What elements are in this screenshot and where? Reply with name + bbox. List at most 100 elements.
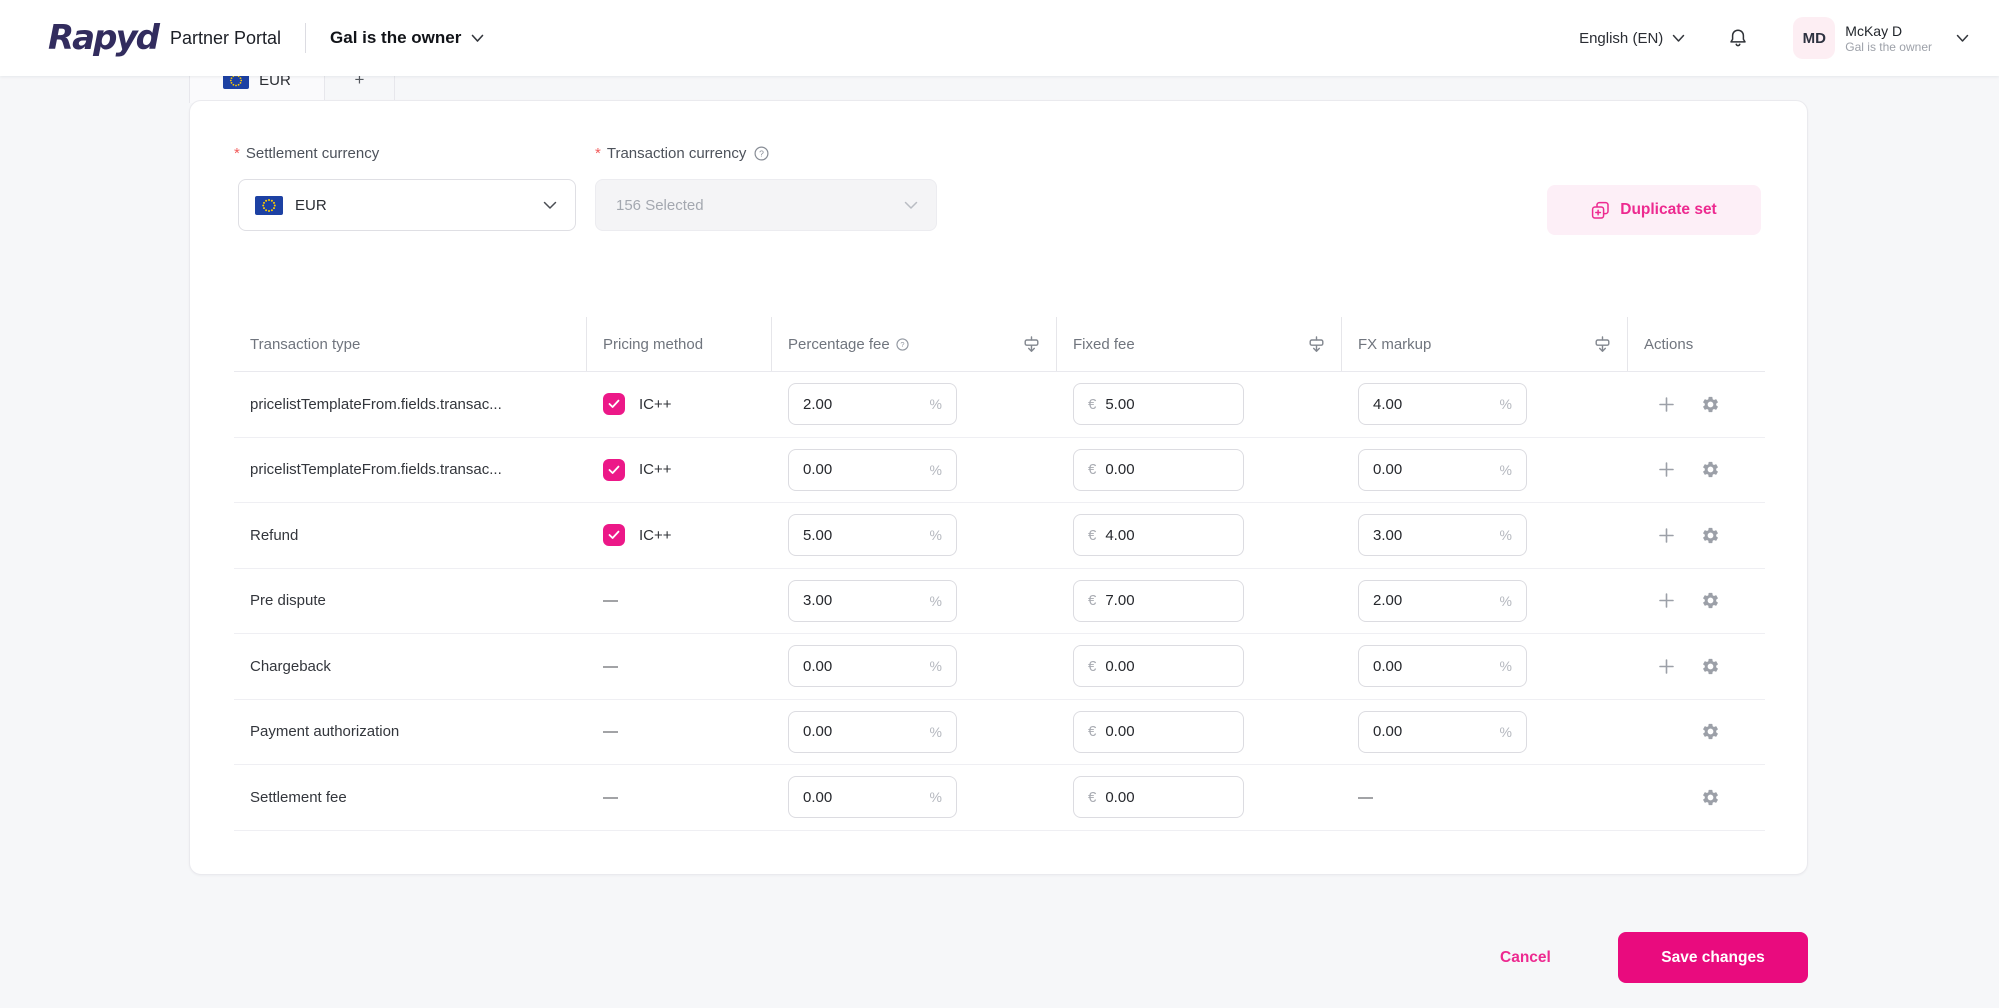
pricing-method-checkbox[interactable] <box>603 458 625 481</box>
settings-gear-button[interactable] <box>1701 657 1720 676</box>
fx-markup-input[interactable] <box>1373 723 1492 741</box>
help-icon[interactable]: ? <box>754 146 769 161</box>
percentage-fee-input[interactable] <box>803 723 922 741</box>
fx-markup-input[interactable] <box>1373 395 1492 413</box>
transaction-type-cell: Settlement fee <box>234 789 587 806</box>
add-fee-button[interactable] <box>1658 592 1675 609</box>
apply-to-column-icon[interactable] <box>1023 335 1040 353</box>
fixed-fee-input[interactable] <box>1105 461 1229 479</box>
help-icon[interactable]: ? <box>896 337 909 351</box>
transaction-currency-value: 156 Selected <box>616 196 704 214</box>
table-row: Refund IC++ % € % <box>234 503 1765 569</box>
apply-to-column-icon[interactable] <box>1594 335 1611 353</box>
pricing-method-checkbox[interactable] <box>603 393 625 416</box>
percentage-fee-field: % <box>788 645 957 688</box>
transaction-currency-label: * Transaction currency ? <box>595 145 769 162</box>
fx-markup-input[interactable] <box>1373 526 1492 544</box>
currency-prefix: € <box>1088 723 1097 741</box>
user-menu-chevron[interactable] <box>1956 34 1969 43</box>
percent-suffix: % <box>929 461 942 478</box>
fx-markup-cell: % <box>1342 710 1628 753</box>
header-right: English (EN) MD McKay D Gal is the owner <box>1579 17 1969 59</box>
col-percentage-fee: Percentage fee ? <box>772 317 1057 371</box>
fx-markup-input[interactable] <box>1373 592 1492 610</box>
fixed-fee-cell: € <box>1057 645 1342 688</box>
fixed-fee-input[interactable] <box>1105 526 1229 544</box>
col-actions: Actions <box>1644 335 1694 353</box>
chevron-down-icon <box>1672 34 1685 43</box>
percentage-fee-cell: % <box>772 710 1057 753</box>
percent-suffix: % <box>929 592 942 609</box>
pricing-method-cell: — <box>587 723 772 740</box>
fixed-fee-input[interactable] <box>1105 657 1229 675</box>
org-switcher[interactable]: Gal is the owner <box>330 28 484 48</box>
transaction-type-cell: pricelistTemplateFrom.fields.transac... <box>234 461 587 478</box>
pricing-method-empty: — <box>603 788 618 806</box>
percentage-fee-input[interactable] <box>803 461 922 479</box>
duplicate-icon <box>1591 201 1610 220</box>
fx-markup-input[interactable] <box>1373 657 1492 675</box>
transaction-type-label: pricelistTemplateFrom.fields.transac... <box>250 461 502 479</box>
cancel-button[interactable]: Cancel <box>1488 938 1563 978</box>
percentage-fee-input[interactable] <box>803 592 922 610</box>
pricing-method-cell: — <box>587 658 772 675</box>
settings-gear-button[interactable] <box>1701 526 1720 545</box>
apply-to-column-icon[interactable] <box>1308 335 1325 353</box>
percentage-fee-field: % <box>788 776 957 819</box>
fees-table: Transaction type Pricing method Percenta… <box>234 317 1765 831</box>
transaction-type-label: Settlement fee <box>250 788 347 806</box>
fixed-fee-field: € <box>1073 514 1244 557</box>
settlement-currency-select[interactable]: EUR <box>238 179 576 231</box>
add-fee-button[interactable] <box>1658 527 1675 544</box>
percent-suffix: % <box>929 527 942 544</box>
settings-gear-button[interactable] <box>1701 591 1720 610</box>
table-row: pricelistTemplateFrom.fields.transac... … <box>234 372 1765 438</box>
transaction-currency-select[interactable]: 156 Selected <box>595 179 937 231</box>
percentage-fee-field: % <box>788 579 957 622</box>
col-fixed-fee: Fixed fee <box>1057 317 1342 371</box>
settlement-currency-label: * Settlement currency <box>234 145 380 162</box>
add-fee-button[interactable] <box>1658 658 1675 675</box>
currency-prefix: € <box>1088 788 1097 806</box>
pricing-method-checkbox[interactable] <box>603 524 625 547</box>
transaction-type-label: Pre dispute <box>250 592 326 610</box>
fixed-fee-input[interactable] <box>1105 723 1229 741</box>
language-switcher[interactable]: English (EN) <box>1579 30 1685 47</box>
actions-cell <box>1628 657 1765 676</box>
settings-gear-button[interactable] <box>1701 395 1720 414</box>
fixed-fee-input[interactable] <box>1105 788 1229 806</box>
duplicate-set-button[interactable]: Duplicate set <box>1547 185 1761 235</box>
settings-gear-button[interactable] <box>1701 460 1720 479</box>
currency-prefix: € <box>1088 395 1097 413</box>
transaction-type-cell: Chargeback <box>234 658 587 675</box>
fixed-fee-input[interactable] <box>1105 592 1229 610</box>
currency-prefix: € <box>1088 657 1097 675</box>
pricing-method-label: IC++ <box>639 395 672 413</box>
fx-percent-suffix: % <box>1499 592 1512 609</box>
fx-markup-cell: % <box>1342 448 1628 491</box>
pricing-card: * Settlement currency * Transaction curr… <box>189 100 1808 875</box>
add-fee-button[interactable] <box>1658 396 1675 413</box>
add-fee-button[interactable] <box>1658 461 1675 478</box>
percentage-fee-input[interactable] <box>803 526 922 544</box>
fx-markup-input[interactable] <box>1373 461 1492 479</box>
notifications-button[interactable] <box>1727 27 1749 50</box>
col-transaction-type: Transaction type <box>234 317 587 371</box>
fixed-fee-input[interactable] <box>1105 395 1229 413</box>
fixed-fee-field: € <box>1073 383 1244 426</box>
table-body: pricelistTemplateFrom.fields.transac... … <box>234 372 1765 831</box>
percentage-fee-field: % <box>788 448 957 491</box>
required-marker: * <box>234 145 240 162</box>
percentage-fee-input[interactable] <box>803 657 922 675</box>
fx-percent-suffix: % <box>1499 658 1512 675</box>
org-switcher-label: Gal is the owner <box>330 28 462 47</box>
fixed-fee-field: € <box>1073 776 1244 819</box>
avatar[interactable]: MD <box>1793 17 1836 59</box>
save-changes-button[interactable]: Save changes <box>1618 932 1808 983</box>
percent-suffix: % <box>929 789 942 806</box>
percentage-fee-input[interactable] <box>803 395 922 413</box>
settings-gear-button[interactable] <box>1701 722 1720 741</box>
percentage-fee-input[interactable] <box>803 788 922 806</box>
fx-markup-field: % <box>1358 514 1527 557</box>
settings-gear-button[interactable] <box>1701 788 1720 807</box>
